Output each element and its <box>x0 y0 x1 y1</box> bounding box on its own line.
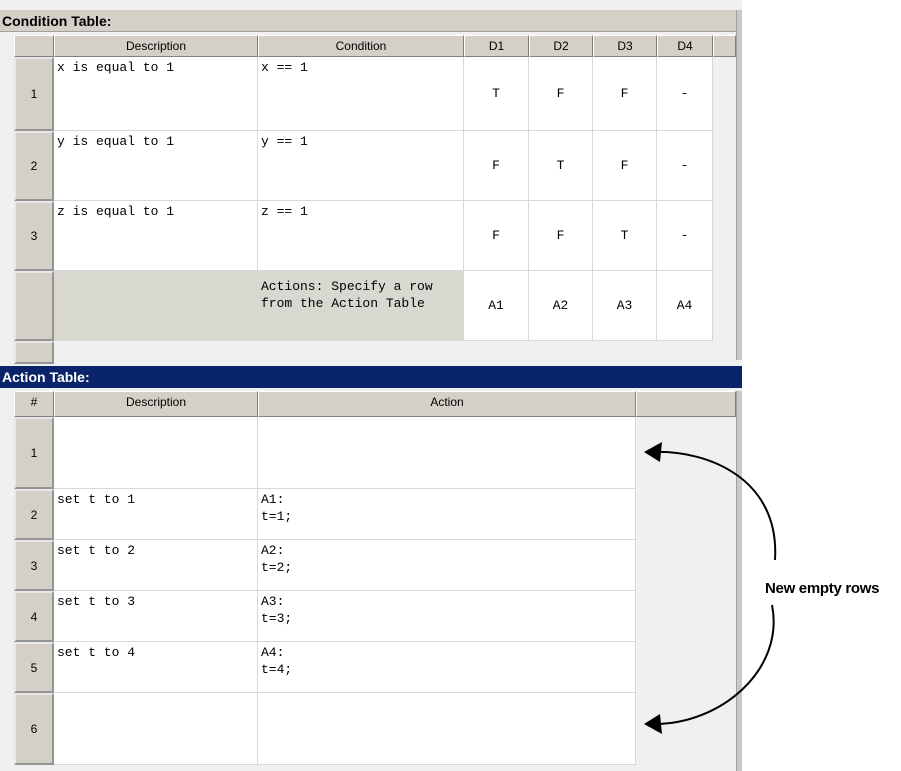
action-description-cell[interactable] <box>54 693 258 765</box>
action-row-header[interactable]: 5 <box>14 642 54 693</box>
decision-header-d2[interactable]: D2 <box>529 35 593 57</box>
condition-description-cell[interactable]: y is equal to 1 <box>54 131 258 201</box>
action-row-header[interactable]: 4 <box>14 591 54 642</box>
new-row-header[interactable] <box>14 341 54 364</box>
condition-table-title: Condition Table: <box>0 10 736 32</box>
action-ref-cell[interactable]: A3 <box>593 271 657 341</box>
action-header-filler <box>636 391 736 417</box>
condition-cell[interactable]: y == 1 <box>258 131 464 201</box>
decision-cell[interactable]: F <box>464 201 529 271</box>
action-description-header[interactable]: Description <box>54 391 258 417</box>
action-cell[interactable]: A2: t=2; <box>258 540 636 591</box>
annotation-label: New empty rows <box>765 580 880 597</box>
header-filler <box>713 35 736 57</box>
decision-cell[interactable]: T <box>529 131 593 201</box>
decision-header-d1[interactable]: D1 <box>464 35 529 57</box>
action-row-header[interactable]: 1 <box>14 417 54 489</box>
decision-cell[interactable]: - <box>657 57 713 131</box>
action-description-cell[interactable]: set t to 3 <box>54 591 258 642</box>
action-num-header[interactable]: # <box>14 391 54 417</box>
condition-row-header[interactable]: 1 <box>14 57 54 131</box>
decision-cell[interactable]: F <box>593 57 657 131</box>
vertical-scrollbar[interactable] <box>736 10 742 360</box>
action-row-header[interactable]: 3 <box>14 540 54 591</box>
action-cell[interactable]: A3: t=3; <box>258 591 636 642</box>
action-table-title: Action Table: <box>0 366 742 388</box>
decision-cell[interactable]: F <box>593 131 657 201</box>
corner-header <box>14 35 54 57</box>
action-cell[interactable] <box>258 693 636 765</box>
action-ref-cell[interactable]: A4 <box>657 271 713 341</box>
actions-row-header[interactable] <box>14 271 54 341</box>
actions-row-label: Actions: Specify a row from the Action T… <box>258 271 464 341</box>
action-cell[interactable] <box>258 417 636 489</box>
condition-header[interactable]: Condition <box>258 35 464 57</box>
decision-cell[interactable]: T <box>593 201 657 271</box>
decision-cell[interactable]: F <box>529 201 593 271</box>
action-ref-cell[interactable]: A2 <box>529 271 593 341</box>
action-header[interactable]: Action <box>258 391 636 417</box>
decision-cell[interactable]: T <box>464 57 529 131</box>
action-description-cell[interactable]: set t to 1 <box>54 489 258 540</box>
condition-row-header[interactable]: 2 <box>14 131 54 201</box>
condition-description-header[interactable]: Description <box>54 35 258 57</box>
condition-cell[interactable]: x == 1 <box>258 57 464 131</box>
decision-cell[interactable]: - <box>657 201 713 271</box>
action-ref-cell[interactable]: A1 <box>464 271 529 341</box>
condition-description-cell[interactable]: z is equal to 1 <box>54 201 258 271</box>
decision-cell[interactable]: - <box>657 131 713 201</box>
action-description-cell[interactable] <box>54 417 258 489</box>
decision-header-d4[interactable]: D4 <box>657 35 713 57</box>
decision-cell[interactable]: F <box>464 131 529 201</box>
condition-description-cell[interactable]: x is equal to 1 <box>54 57 258 131</box>
actions-row-description-cell <box>54 271 258 341</box>
action-row-header[interactable]: 6 <box>14 693 54 765</box>
condition-cell[interactable]: z == 1 <box>258 201 464 271</box>
action-description-cell[interactable]: set t to 4 <box>54 642 258 693</box>
action-cell[interactable]: A4: t=4; <box>258 642 636 693</box>
decision-header-d3[interactable]: D3 <box>593 35 657 57</box>
decision-cell[interactable]: F <box>529 57 593 131</box>
action-row-header[interactable]: 2 <box>14 489 54 540</box>
condition-row-header[interactable]: 3 <box>14 201 54 271</box>
action-description-cell[interactable]: set t to 2 <box>54 540 258 591</box>
action-cell[interactable]: A1: t=1; <box>258 489 636 540</box>
